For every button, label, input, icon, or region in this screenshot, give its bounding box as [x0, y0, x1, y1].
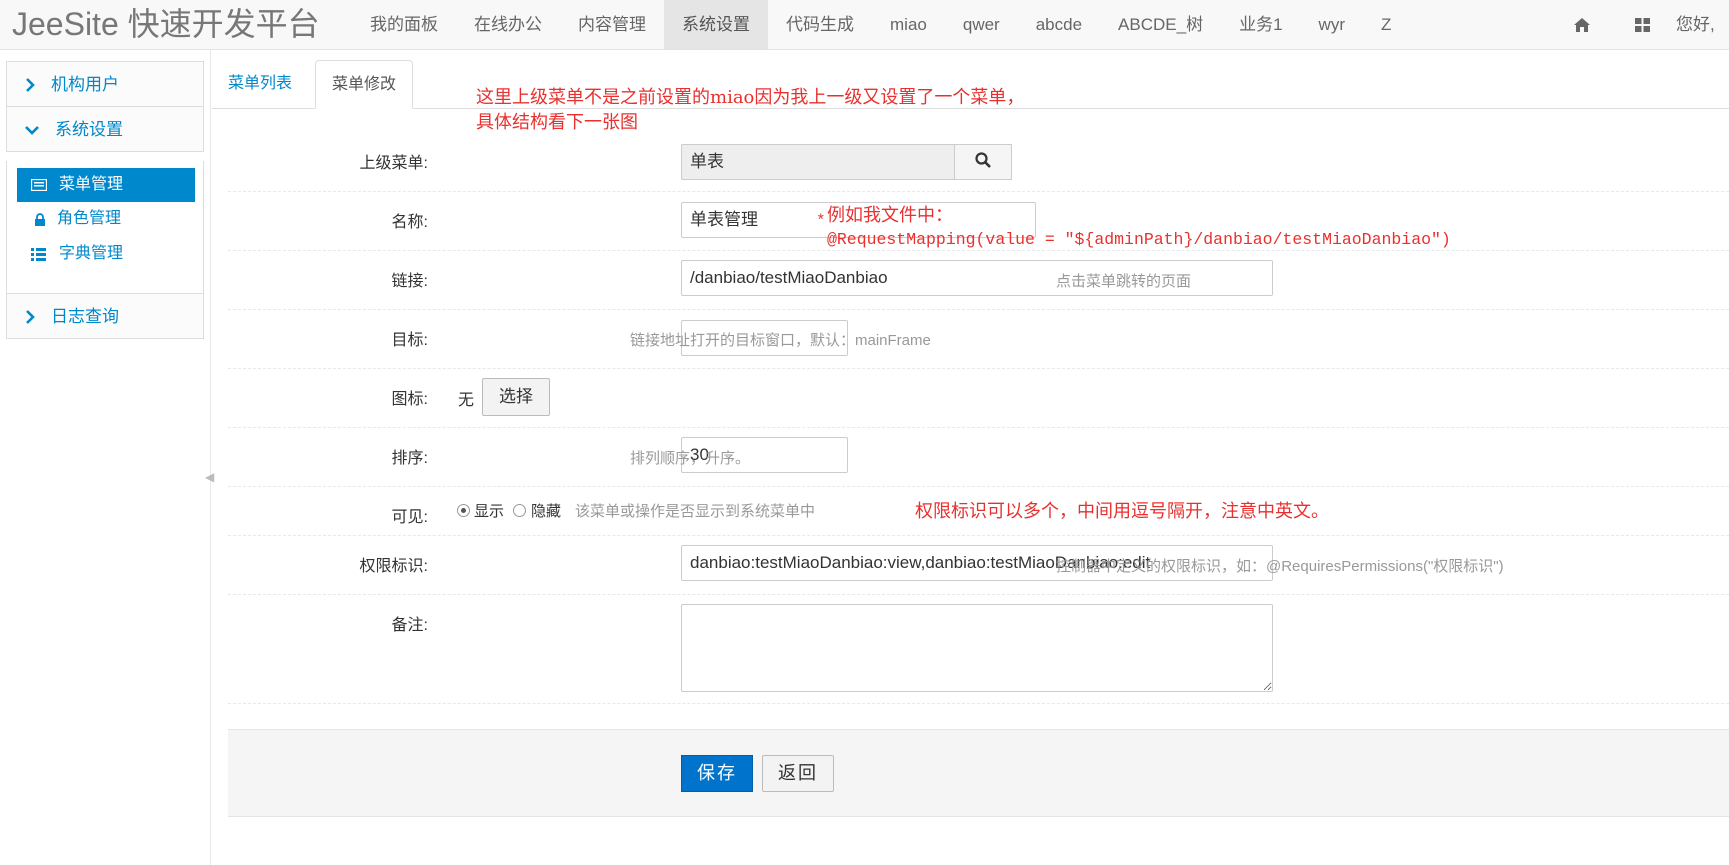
- field-label: 上级菜单:: [359, 155, 428, 172]
- save-button[interactable]: 保存: [681, 755, 753, 792]
- sidebar-item-menu-management[interactable]: 菜单管理: [17, 168, 195, 202]
- visible-hide-label[interactable]: 隐藏: [531, 500, 561, 521]
- field-label: 图标:: [391, 391, 428, 408]
- visible-hide-radio[interactable]: [513, 504, 526, 517]
- field-label: 目标:: [391, 332, 428, 349]
- lock-icon: [35, 202, 45, 236]
- nav-item-abcde[interactable]: abcde: [1018, 0, 1100, 49]
- th-list-icon: [31, 237, 46, 271]
- field-label: 链接:: [391, 273, 428, 290]
- chevron-right-icon: [25, 62, 39, 108]
- nav-item-dashboard[interactable]: 我的面板: [352, 0, 456, 49]
- sidebar-section-label: 日志查询: [51, 307, 119, 326]
- sidebar-section-label: 系统设置: [55, 120, 123, 139]
- tab-menu-list[interactable]: 菜单列表: [212, 60, 308, 108]
- target-help-text: 链接地址打开的目标窗口，默认：mainFrame: [630, 332, 931, 349]
- form-row-sort: 排序: 30 排列顺序，升序。: [228, 427, 1729, 487]
- visible-show-radio[interactable]: [457, 504, 470, 517]
- sort-help-text: 排列顺序，升序。: [630, 450, 751, 467]
- href-help-text: 点击菜单跳转的页面: [1056, 273, 1192, 290]
- sidebar-item-label: 字典管理: [59, 245, 124, 262]
- remarks-textarea[interactable]: [681, 604, 1273, 692]
- sidebar-item-label: 角色管理: [57, 210, 122, 227]
- field-label: 排序:: [391, 450, 428, 467]
- form-row-href: 链接: /danbiao/testMiaoDanbiao 点击菜单跳转的页面: [228, 250, 1729, 310]
- icon-select-button[interactable]: 选择: [482, 378, 550, 416]
- nav-item-qwer[interactable]: qwer: [945, 0, 1018, 49]
- nav-right: 您好,: [1552, 0, 1715, 49]
- form-row-remarks: 备注:: [228, 594, 1729, 704]
- field-label: 可见:: [391, 509, 428, 526]
- form-row-parent: 上级菜单: 单表: [228, 132, 1729, 192]
- form-actions: 保存 返回: [228, 729, 1729, 817]
- field-label: 权限标识:: [359, 558, 428, 575]
- sidebar-section-system-settings[interactable]: 系统设置: [6, 106, 204, 152]
- sidebar-item-role-management[interactable]: 角色管理: [17, 202, 195, 236]
- nav-item-content[interactable]: 内容管理: [560, 0, 664, 49]
- sidebar-divider: [210, 50, 211, 865]
- search-icon: [975, 152, 991, 172]
- icon-value-text: 无: [458, 392, 475, 409]
- user-greeting[interactable]: 您好,: [1672, 0, 1715, 49]
- sidebar: 机构用户 系统设置 菜单管理 角色管理 字典管理 日志查询: [0, 50, 210, 865]
- back-button[interactable]: 返回: [762, 755, 834, 792]
- annotation-parent-note-line2: 具体结构看下一张图: [476, 112, 638, 133]
- annotation-permission-note: 权限标识可以多个，中间用逗号隔开，注意中英文。: [915, 501, 1329, 522]
- sidebar-section-label: 机构用户: [51, 75, 119, 94]
- nav-item-z[interactable]: Z: [1363, 0, 1409, 49]
- nav-item-codegen[interactable]: 代码生成: [768, 0, 872, 49]
- main-nav: 我的面板 在线办公 内容管理 系统设置 代码生成 miao qwer abcde…: [352, 0, 1409, 49]
- permission-help-text: 控制器中定义的权限标识，如：@RequiresPermissions("权限标识…: [1056, 558, 1504, 575]
- list-card-icon: [31, 168, 47, 202]
- nav-item-system-settings[interactable]: 系统设置: [664, 0, 768, 49]
- tab-menu-edit[interactable]: 菜单修改: [315, 60, 414, 109]
- visible-show-label[interactable]: 显示: [474, 500, 504, 521]
- required-asterisk: *: [816, 212, 826, 230]
- home-icon[interactable]: [1552, 0, 1612, 49]
- annotation-parent-note-line1: 这里上级菜单不是之前设置的miao因为我上一级又设置了一个菜单，: [476, 87, 1025, 108]
- nav-item-office[interactable]: 在线办公: [456, 0, 560, 49]
- chevron-right-icon: [25, 294, 39, 340]
- field-label: 名称:: [391, 214, 428, 231]
- nav-item-abcde-tree[interactable]: ABCDE_树: [1100, 0, 1221, 49]
- brand-logo[interactable]: JeeSite 快速开发平台: [12, 4, 320, 44]
- parent-menu-search-button[interactable]: [954, 144, 1012, 180]
- form-row-icon: 图标: 无 选择: [228, 368, 1729, 428]
- nav-item-wyr[interactable]: wyr: [1301, 0, 1363, 49]
- sidebar-section-org-users[interactable]: 机构用户: [6, 61, 204, 107]
- sidebar-item-label: 菜单管理: [59, 176, 124, 193]
- visible-help-text: 该菜单或操作是否显示到系统菜单中: [575, 503, 816, 520]
- nav-item-miao[interactable]: miao: [872, 0, 945, 49]
- annotation-example-line2: @RequestMapping(value = "${adminPath}/da…: [827, 230, 1451, 249]
- form-row-target: 目标: 链接地址打开的目标窗口，默认：mainFrame: [228, 309, 1729, 369]
- sidebar-collapse-icon[interactable]: ◀: [205, 470, 214, 484]
- nav-item-business1[interactable]: 业务1: [1221, 0, 1300, 49]
- annotation-example-line1: 例如我文件中：: [827, 205, 953, 226]
- grid-icon[interactable]: [1612, 0, 1672, 49]
- top-navbar: JeeSite 快速开发平台 我的面板 在线办公 内容管理 系统设置 代码生成 …: [0, 0, 1729, 50]
- chevron-down-icon: [25, 107, 39, 153]
- sidebar-section-log-query[interactable]: 日志查询: [6, 293, 204, 339]
- form-row-permission: 权限标识: danbiao:testMiaoDanbiao:view,danbi…: [228, 535, 1729, 595]
- parent-menu-input[interactable]: 单表: [681, 144, 955, 180]
- sidebar-item-dict-management[interactable]: 字典管理: [17, 237, 195, 271]
- field-label: 备注:: [391, 617, 428, 634]
